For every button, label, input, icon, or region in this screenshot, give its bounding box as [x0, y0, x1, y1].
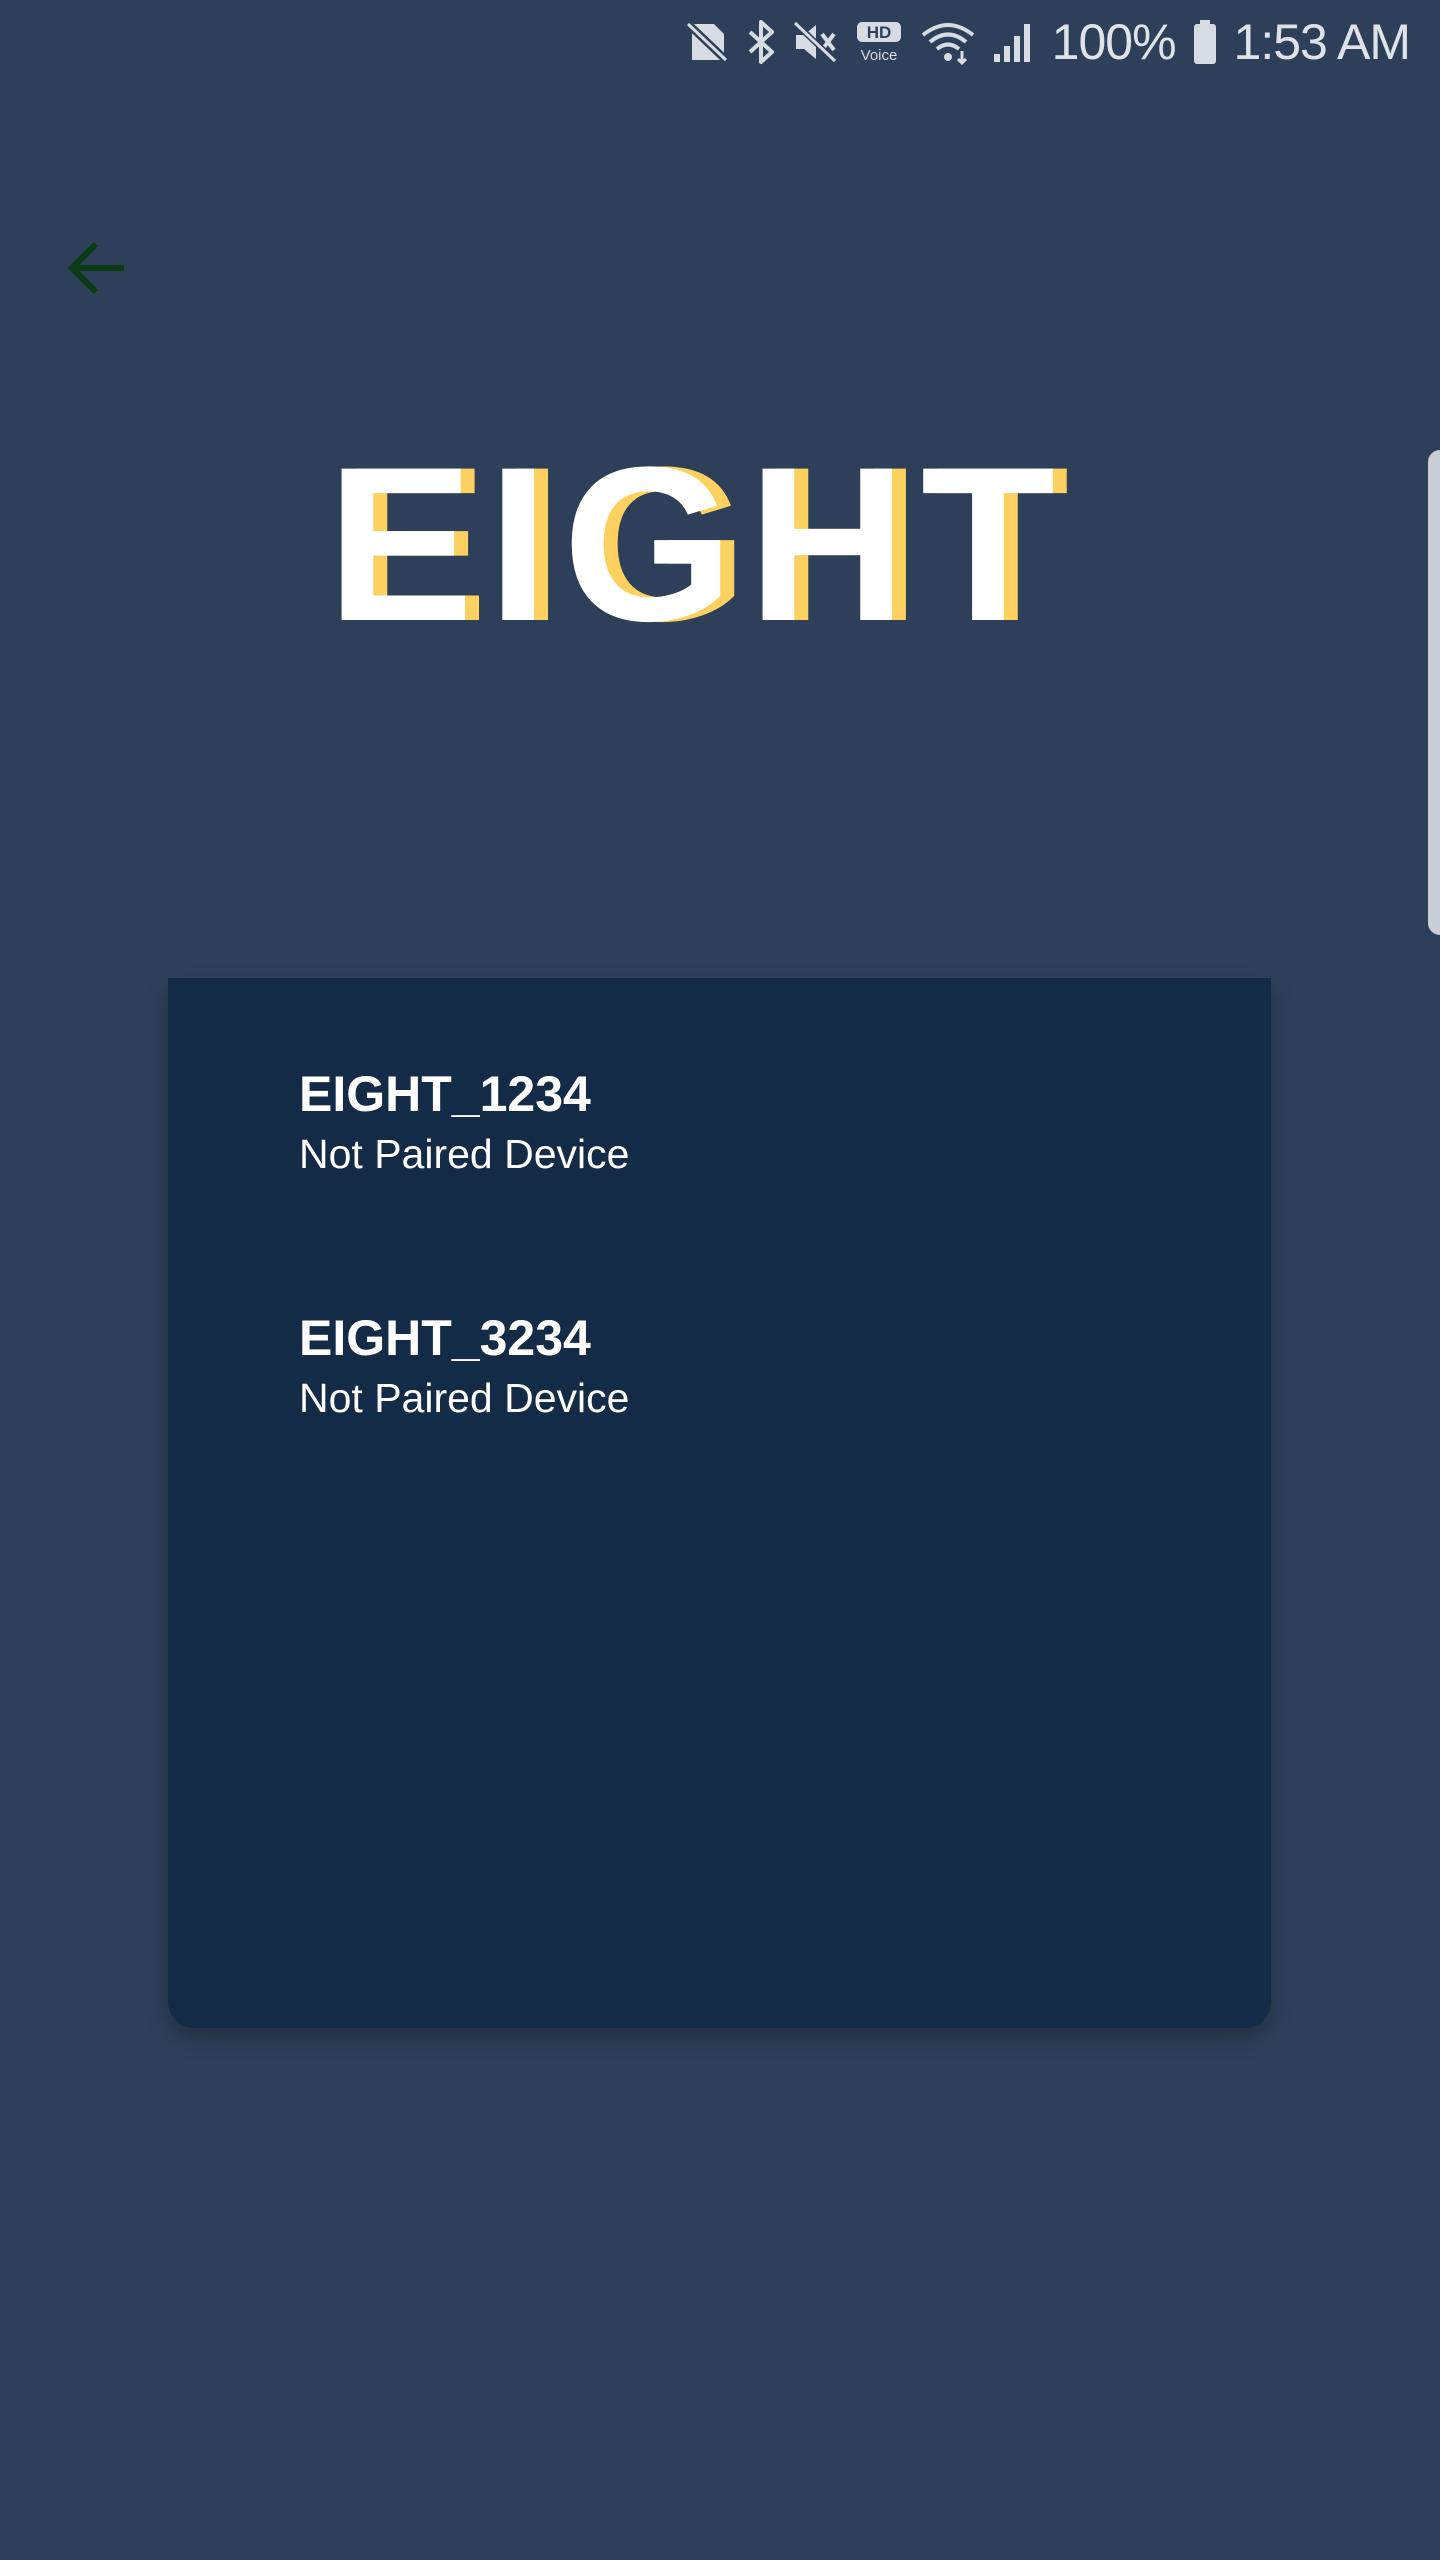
scrollbar-handle[interactable]: [1428, 450, 1440, 935]
hd-label: HD: [866, 23, 891, 42]
device-name: EIGHT_3234: [299, 1310, 591, 1366]
device-item-eight-1234[interactable]: EIGHT_1234 Not Paired Device: [299, 1064, 629, 1182]
no-sim-icon: [683, 20, 730, 64]
back-button[interactable]: [62, 234, 134, 306]
voice-label: Voice: [860, 47, 897, 64]
battery-icon: [1192, 19, 1218, 65]
signal-icon: [992, 20, 1036, 64]
status-bar: HD Voice 100% 1:53 AM: [683, 0, 1411, 84]
eight-logo: EIGHT EIGHT: [0, 440, 1440, 640]
device-status: Not Paired Device: [299, 1131, 630, 1177]
device-name: EIGHT_1234: [299, 1066, 591, 1122]
arrow-left-icon: [66, 236, 130, 304]
bluetooth-icon: [746, 18, 776, 66]
device-list: EIGHT_1234 Not Paired Device EIGHT_3234 …: [168, 978, 1271, 2028]
wifi-icon: [920, 19, 976, 65]
mute-icon: [791, 20, 838, 64]
device-item-eight-3234[interactable]: EIGHT_3234 Not Paired Device: [299, 1308, 629, 1426]
device-status: Not Paired Device: [299, 1375, 630, 1421]
hd-voice-icon: HD Voice: [854, 20, 904, 64]
logo-text: EIGHT: [340, 440, 1069, 640]
clock: 1:53 AM: [1233, 14, 1411, 70]
battery-percent: 100%: [1051, 14, 1177, 70]
